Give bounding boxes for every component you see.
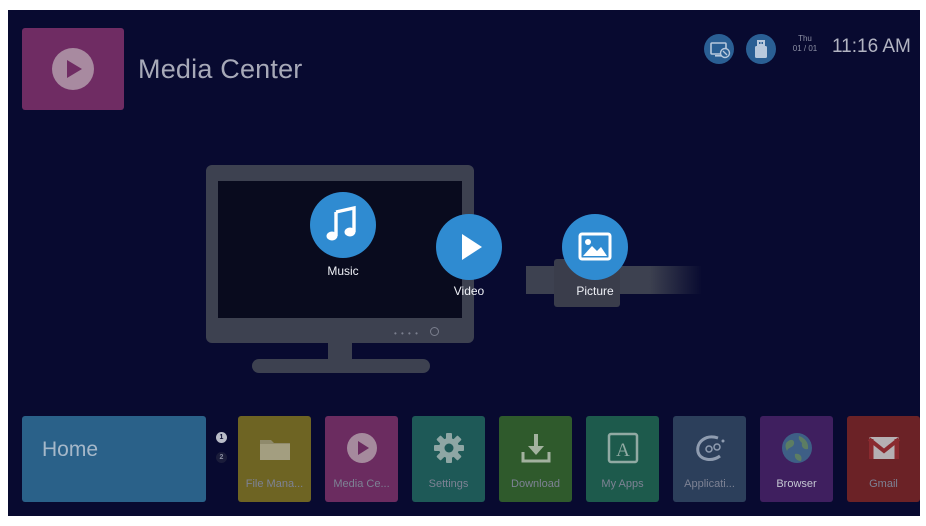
media-center-icon (347, 433, 377, 463)
app-label: Settings (428, 478, 469, 490)
date-display: Thu 01 / 01 (785, 34, 825, 54)
app-tile-media-center[interactable]: Media Ce... (325, 416, 398, 502)
gmail-icon (867, 437, 901, 459)
tv-stand-base (252, 359, 430, 373)
music-label[interactable]: Music (303, 264, 383, 278)
usb-status-icon[interactable] (746, 34, 776, 64)
tv-power-ring (430, 327, 439, 336)
app-label: Download (511, 478, 560, 490)
media-center-screen: Media Center Thu 01 / 01 11:16 AM • • • … (8, 10, 920, 516)
gear-icon (434, 433, 464, 463)
app-tile-browser[interactable]: Browser (760, 416, 833, 502)
globe-icon (782, 433, 812, 463)
app-label: Media Ce... (333, 478, 390, 490)
app-tile-my-apps[interactable]: A My Apps (586, 416, 659, 502)
applications-icon (696, 435, 725, 461)
download-icon (521, 434, 551, 463)
page-indicator-2[interactable]: 2 (216, 452, 227, 463)
picture-icon (578, 232, 612, 261)
app-tile-gmail[interactable]: Gmail (847, 416, 920, 502)
page-indicator-1[interactable]: 1 (216, 432, 227, 443)
app-tile-file-manager[interactable]: File Mana... (238, 416, 311, 502)
picture-label[interactable]: Picture (555, 284, 635, 298)
app-label: Applicati... (684, 478, 735, 490)
app-tile-applications[interactable]: Applicati... (673, 416, 746, 502)
music-icon-button[interactable] (310, 192, 376, 258)
play-icon (462, 234, 482, 260)
app-tile-settings[interactable]: Settings (412, 416, 485, 502)
picture-icon-button[interactable] (562, 214, 628, 280)
app-label: File Mana... (245, 478, 304, 490)
my-apps-icon: A (607, 432, 639, 464)
date-label: 01 / 01 (792, 44, 818, 53)
home-label: Home (42, 438, 99, 461)
app-label: My Apps (601, 478, 644, 490)
page-title: Media Center (138, 54, 303, 84)
tv-indicator-dots: • • • • (394, 329, 419, 338)
svg-text:A: A (616, 440, 630, 461)
home-tile[interactable]: Home (22, 416, 206, 502)
video-label[interactable]: Video (429, 284, 509, 298)
music-note-icon (326, 205, 356, 241)
app-label: Gmail (869, 478, 898, 490)
day-label: Thu (798, 34, 812, 43)
folder-icon (260, 440, 290, 460)
video-icon-button[interactable] (436, 214, 502, 280)
app-label: Browser (776, 478, 817, 490)
media-center-logo (22, 28, 124, 110)
play-circle-icon (52, 48, 94, 90)
network-status-icon[interactable] (704, 34, 734, 64)
app-tile-download[interactable]: Download (499, 416, 572, 502)
clock: 11:16 AM (832, 36, 911, 57)
